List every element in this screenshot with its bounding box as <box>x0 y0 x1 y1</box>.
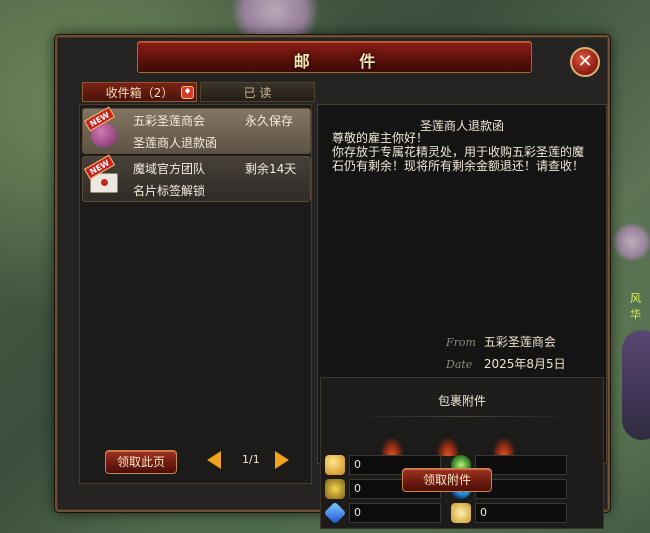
mail-detail-panel: 圣莲商人退款函 尊敬的雇主你好！ 你存放于专属花精灵处，用于收购五彩圣莲的魔石仍… <box>317 104 607 529</box>
background-character <box>622 330 650 440</box>
close-icon: ✕ <box>577 51 593 72</box>
mail-status: 永久保存 <box>245 114 294 128</box>
mail-detail-body: 尊敬的雇主你好！ 你存放于专属花精灵处，用于收购五彩圣莲的魔石仍有剩余！现将所有… <box>332 131 585 173</box>
tab-inbox-label: 收件箱（2） <box>105 86 174 100</box>
blue-crystal-icon <box>323 501 347 525</box>
background-flower <box>612 222 650 262</box>
attachment-title: 包裹附件 <box>437 394 486 408</box>
gold-flower-icon <box>325 479 345 499</box>
attachment-panel: 包裹附件 0 0 0 0 <box>320 377 604 529</box>
date-value: 2025年8月5日 <box>483 357 566 371</box>
attachment-divider <box>351 416 577 417</box>
prev-page-arrow-icon[interactable] <box>207 451 221 469</box>
mail-date-row: Date 2025年8月5日 <box>446 355 566 372</box>
mail-item-icon: NEW <box>83 106 119 147</box>
mail-list: NEW 五彩圣莲商会 永久保存 圣莲商人退款函 NEW 魔域官方团队 剩余14天… <box>79 104 312 484</box>
gold-icon <box>325 455 345 475</box>
attachment-slot[interactable] <box>437 438 459 456</box>
golden-wing-icon <box>451 503 471 523</box>
mail-list-item[interactable]: NEW 五彩圣莲商会 永久保存 圣莲商人退款函 <box>82 106 311 154</box>
tab-inbox[interactable]: 收件箱（2） ♦ <box>82 82 197 102</box>
attachment-slot[interactable] <box>381 438 403 456</box>
background-side-text: 风华 <box>630 292 641 321</box>
mail-from-row: From 五彩圣莲商会 <box>446 333 556 350</box>
mail-subject: 名片标签解锁 <box>133 184 206 198</box>
claim-page-button[interactable]: 领取此页 <box>105 450 177 474</box>
claim-attachment-button[interactable]: 领取附件 <box>402 468 492 492</box>
mail-item-icon: NEW <box>83 154 119 195</box>
mail-window: 邮 件 ✕ 收件箱（2） ♦ 已 读 NEW 五彩圣莲商会 永久保存 圣莲商人退… <box>55 35 610 529</box>
next-page-arrow-icon[interactable] <box>275 451 289 469</box>
mail-status: 剩余14天 <box>245 162 297 176</box>
close-button[interactable]: ✕ <box>570 47 600 77</box>
background-flower <box>220 0 330 40</box>
attachment-slot[interactable] <box>493 438 515 456</box>
window-title: 邮 件 <box>293 52 398 71</box>
mail-sender: 魔域官方团队 <box>133 162 206 176</box>
mail-subject: 圣莲商人退款函 <box>133 136 218 150</box>
gift-icon: ♦ <box>181 86 194 99</box>
resource-value: 0 <box>349 503 441 523</box>
page-indicator: 1/1 <box>242 453 260 466</box>
date-label: Date <box>446 358 473 371</box>
mail-sender: 五彩圣莲商会 <box>133 114 206 128</box>
mail-list-item[interactable]: NEW 魔域官方团队 剩余14天 名片标签解锁 <box>82 154 311 202</box>
tab-read[interactable]: 已 读 <box>200 82 315 102</box>
title-bar: 邮 件 <box>137 41 532 73</box>
tab-read-label: 已 读 <box>243 86 272 100</box>
resource-value: 0 <box>475 503 567 523</box>
from-label: From <box>446 336 476 349</box>
from-value: 五彩圣莲商会 <box>483 335 556 349</box>
